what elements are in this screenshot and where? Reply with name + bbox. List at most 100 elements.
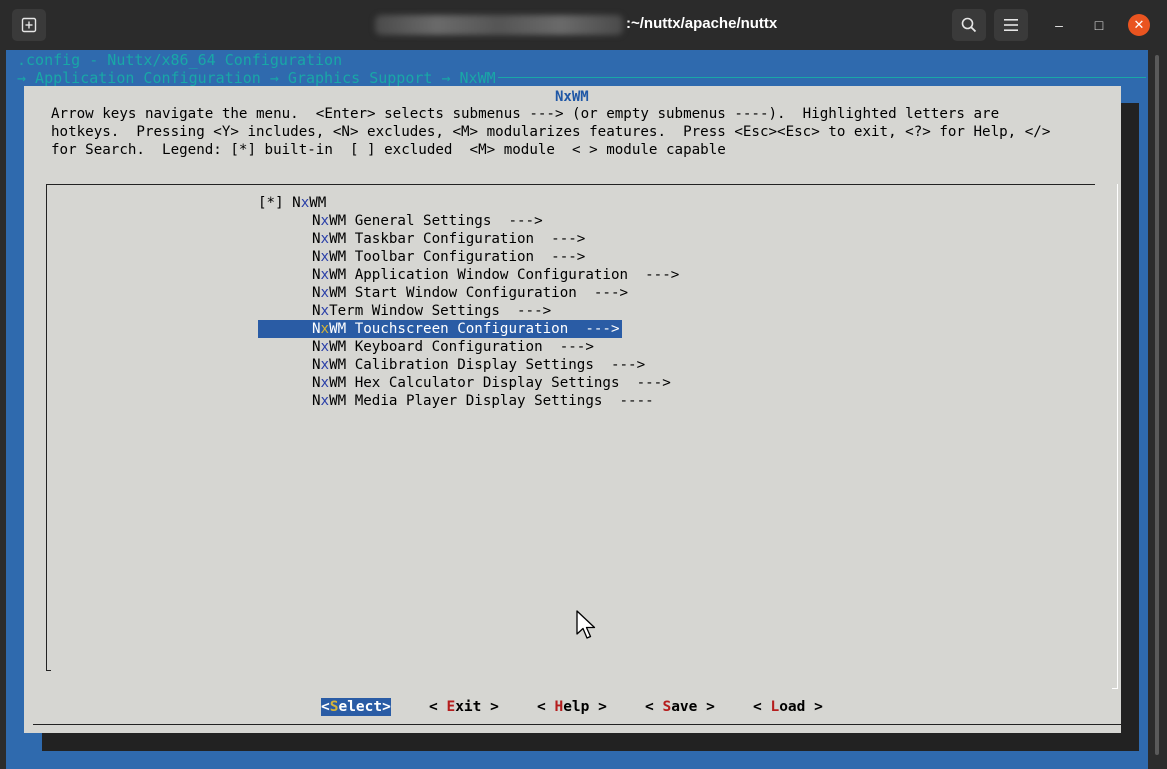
menu-item-prefix: N: [312, 357, 321, 373]
minimize-icon: –: [1055, 17, 1063, 33]
button-label: ave >: [671, 699, 715, 715]
menu-item-prefix: N: [312, 393, 321, 409]
load-button[interactable]: < Load >: [753, 698, 823, 716]
menu-item-label: WM Touchscreen Configuration --->: [329, 321, 620, 337]
menu-item-label: WM: [309, 195, 327, 211]
button-prefix: <: [645, 699, 663, 715]
button-label: elect>: [338, 699, 391, 715]
window-titlebar: :~/nuttx/apache/nuttx – □ ✕: [0, 0, 1167, 50]
menu-item-prefix: N: [312, 267, 321, 283]
plus-in-box-icon: [21, 17, 37, 33]
menu-box-border-corner: [46, 670, 51, 671]
menu-item-hotkey: x: [300, 195, 310, 211]
config-header: .config - Nuttx/x86_64 Configuration: [17, 51, 343, 69]
menu-item-app-window-config[interactable]: NxWM Application Window Configuration --…: [312, 266, 679, 284]
help-text-line-2: hotkeys. Pressing <Y> includes, <N> excl…: [51, 124, 1051, 140]
button-prefix: <: [321, 699, 330, 715]
menu-item-hotkey: x: [320, 231, 330, 247]
menu-item-label: Term Window Settings --->: [329, 303, 552, 319]
maximize-button[interactable]: □: [1088, 14, 1110, 36]
menu-item-hotkey: x: [320, 267, 330, 283]
exit-button[interactable]: < Exit >: [429, 698, 499, 716]
button-label: elp >: [563, 699, 607, 715]
menu-item-prefix: N: [312, 231, 321, 247]
dialog-shadow-right: [1121, 103, 1139, 751]
hamburger-icon: [1004, 19, 1018, 31]
dialog-title: NxWM: [555, 89, 589, 105]
menu-item-label: WM Media Player Display Settings ----: [329, 393, 654, 409]
menu-item-label: WM Taskbar Configuration --->: [329, 231, 586, 247]
menu-item-prefix: N: [312, 285, 321, 301]
menu-item-nxterm-settings[interactable]: NxTerm Window Settings --->: [312, 302, 551, 320]
menu-item-prefix: N: [312, 303, 321, 319]
button-hotkey: S: [662, 699, 672, 715]
new-tab-button[interactable]: [12, 9, 46, 41]
menu-item-hotkey: x: [320, 213, 330, 229]
menu-item-hotkey: x: [320, 375, 330, 391]
menu-item-touchscreen-config[interactable]: NxWM Touchscreen Configuration --->: [258, 320, 622, 338]
mouse-cursor-icon: [576, 610, 596, 639]
menu-item-prefix: N: [312, 249, 321, 265]
menu-item-label: WM Application Window Configuration --->: [329, 267, 680, 283]
scrollbar-thumb[interactable]: [1155, 55, 1159, 755]
dialog-bottom-rule: [33, 724, 1121, 725]
menu-item-media-player-settings[interactable]: NxWM Media Player Display Settings ----: [312, 392, 654, 410]
menu-item-hotkey: x: [320, 285, 330, 301]
breadcrumb: → Application Configuration → Graphics S…: [17, 69, 496, 87]
menu-item-label: WM Calibration Display Settings --->: [329, 357, 646, 373]
menu-item-hotkey: x: [320, 339, 330, 355]
button-hotkey: L: [770, 699, 780, 715]
menu-item-calibration-settings[interactable]: NxWM Calibration Display Settings --->: [312, 356, 645, 374]
menu-item-keyboard-config[interactable]: NxWM Keyboard Configuration --->: [312, 338, 594, 356]
button-prefix: <: [753, 699, 771, 715]
search-button[interactable]: [952, 9, 986, 41]
terminal-left-edge: [0, 50, 6, 769]
menu-box-border-right: [1117, 184, 1118, 689]
menu-item-label: WM General Settings --->: [329, 213, 543, 229]
save-button[interactable]: < Save >: [645, 698, 715, 716]
menu-item-hotkey: x: [320, 321, 330, 337]
minimize-button[interactable]: –: [1048, 14, 1070, 36]
blurred-hostname: [375, 15, 623, 35]
menu-box-border-top: [46, 184, 1095, 185]
button-label: oad >: [779, 699, 823, 715]
menu-item-toolbar-config[interactable]: NxWM Toolbar Configuration --->: [312, 248, 585, 266]
help-text-line-3: for Search. Legend: [*] built-in [ ] exc…: [51, 142, 726, 158]
maximize-icon: □: [1094, 17, 1104, 33]
menu-item-general-settings[interactable]: NxWM General Settings --->: [312, 212, 543, 230]
search-icon: [961, 17, 977, 33]
window-title: :~/nuttx/apache/nuttx: [626, 15, 778, 32]
menu-item-hotkey: x: [320, 249, 330, 265]
menuconfig-dialog: NxWM Arrow keys navigate the menu. <Ente…: [24, 86, 1121, 733]
select-button[interactable]: <Select>: [321, 698, 391, 716]
menu-item-taskbar-config[interactable]: NxWM Taskbar Configuration --->: [312, 230, 585, 248]
close-icon: ✕: [1133, 17, 1145, 32]
menu-box-border-left: [46, 184, 47, 671]
menu-item-hotkey: x: [320, 303, 330, 319]
button-prefix: <: [429, 699, 447, 715]
help-text-line-1: Arrow keys navigate the menu. <Enter> se…: [51, 106, 1000, 122]
menu-item-prefix: N: [312, 375, 321, 391]
menu-item-prefix: N: [312, 321, 321, 337]
menu-item-hotkey: x: [320, 393, 330, 409]
menu-item-hex-calculator-settings[interactable]: NxWM Hex Calculator Display Settings ---…: [312, 374, 671, 392]
menu-item-label: WM Hex Calculator Display Settings --->: [329, 375, 671, 391]
menu-item-prefix: [*] N: [258, 195, 301, 211]
menu-box-border-corner-right: [1112, 688, 1118, 689]
menu-item-prefix: N: [312, 339, 321, 355]
close-button[interactable]: ✕: [1128, 14, 1150, 36]
menu-item-nxwm[interactable]: [*] NxWM: [258, 194, 326, 212]
menu-item-label: WM Toolbar Configuration --->: [329, 249, 586, 265]
menu-item-prefix: N: [312, 213, 321, 229]
menu-button[interactable]: [994, 9, 1028, 41]
button-hotkey: H: [554, 699, 564, 715]
button-hotkey: E: [446, 699, 456, 715]
dialog-shadow-bottom: [42, 733, 1139, 751]
button-prefix: <: [537, 699, 555, 715]
help-button[interactable]: < Help >: [537, 698, 607, 716]
header-rule: [498, 77, 1146, 78]
menu-item-label: WM Keyboard Configuration --->: [329, 339, 594, 355]
menu-item-start-window-config[interactable]: NxWM Start Window Configuration --->: [312, 284, 628, 302]
menu-item-hotkey: x: [320, 357, 330, 373]
menu-item-label: WM Start Window Configuration --->: [329, 285, 629, 301]
